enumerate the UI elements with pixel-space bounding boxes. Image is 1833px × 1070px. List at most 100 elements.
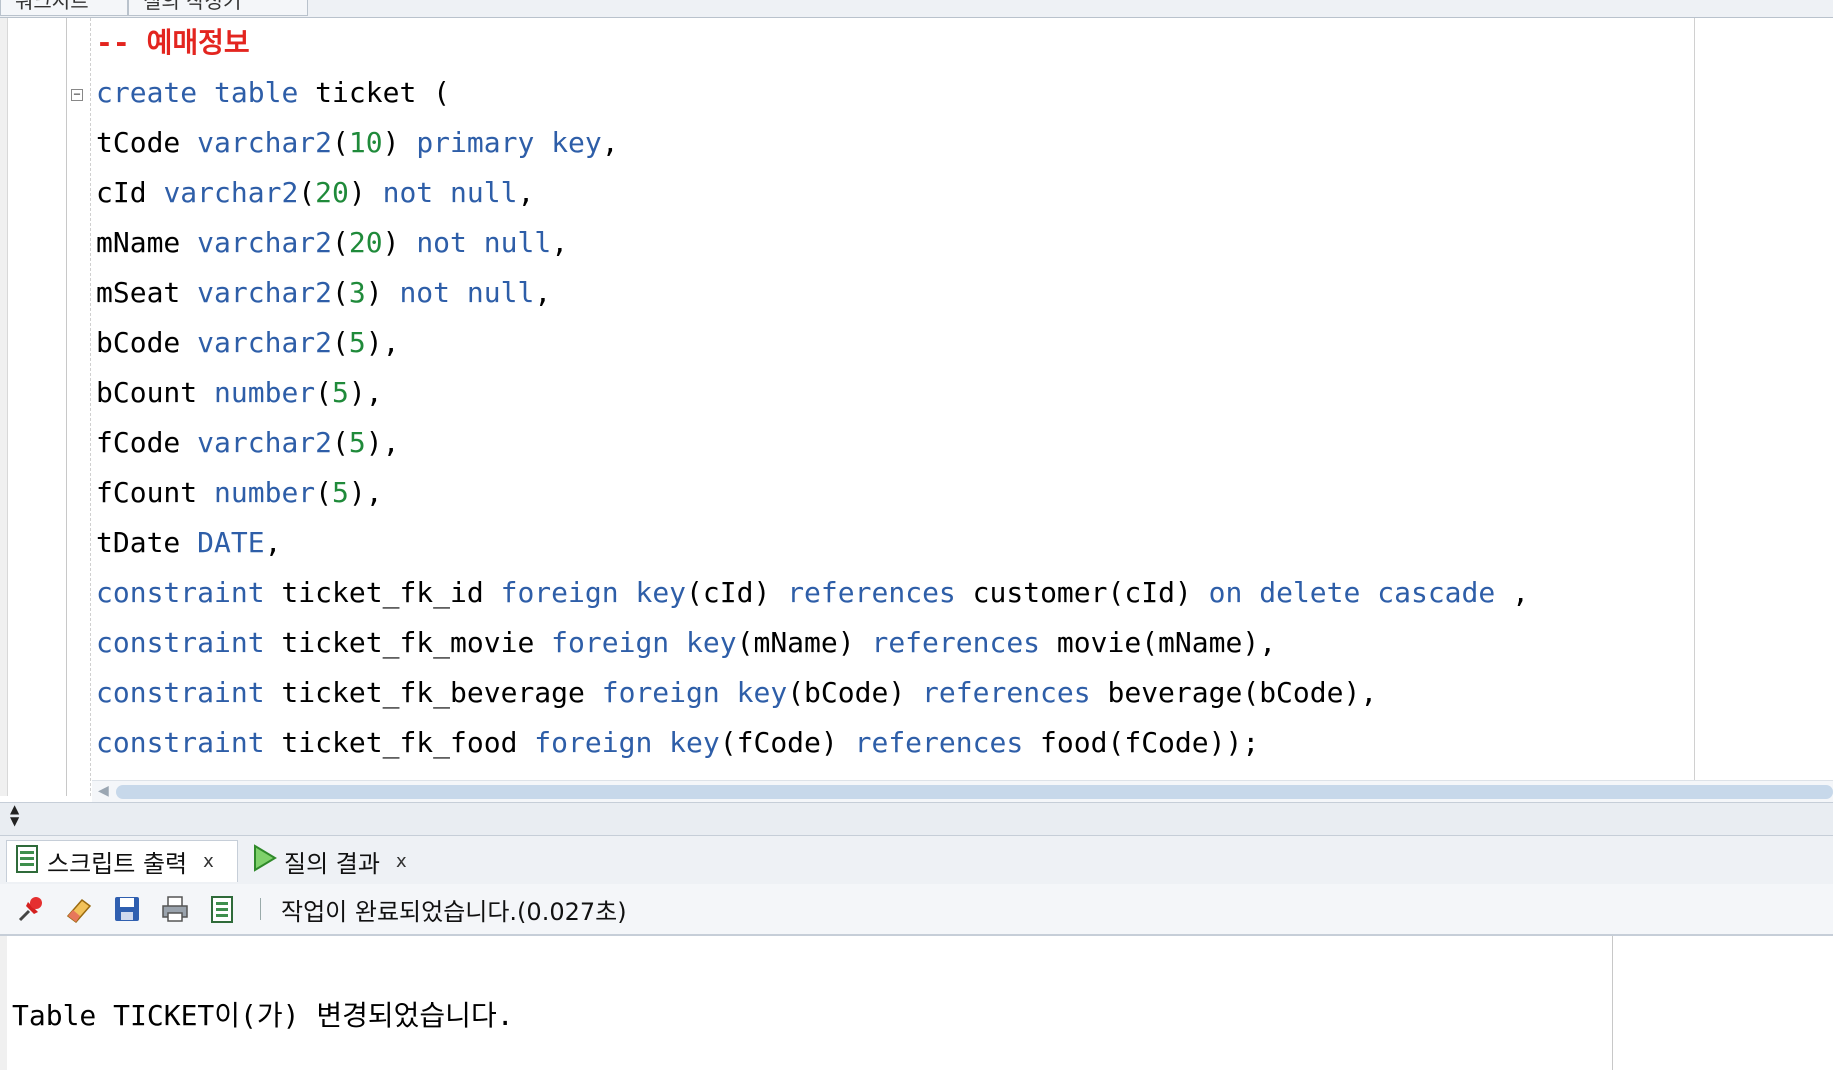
sql-text: ( bbox=[332, 326, 349, 359]
editor-right-margin bbox=[1694, 18, 1695, 796]
output-toolbar: 작업이 완료되었습니다.(0.027초) bbox=[0, 884, 1833, 936]
editor-horizontal-scrollbar[interactable]: ◀ bbox=[92, 780, 1833, 803]
pin-icon[interactable] bbox=[14, 892, 48, 926]
tab-query-builder[interactable]: 질의 작성기 bbox=[128, 0, 308, 16]
save-icon[interactable] bbox=[110, 892, 144, 926]
code-line: constraint ticket_fk_id foreign key(cId)… bbox=[96, 568, 1529, 618]
sql-keyword: references bbox=[787, 576, 956, 609]
collapse-block-icon[interactable]: − bbox=[71, 88, 83, 101]
code-line: constraint ticket_fk_food foreign key(fC… bbox=[96, 718, 1529, 768]
sql-text: ), bbox=[365, 426, 400, 459]
sql-keyword: key bbox=[736, 676, 788, 709]
sql-keyword: cascade bbox=[1377, 576, 1496, 609]
sql-keyword: not bbox=[399, 276, 451, 309]
output-panel-tabs: 스크립트 출력 x 질의 결과 x bbox=[0, 836, 1833, 885]
script-output-area[interactable]: Table TICKET이(가) 변경되었습니다. bbox=[0, 936, 1833, 1070]
sql-keyword: number bbox=[214, 476, 316, 509]
code-line: tCode varchar2(10) primary key, bbox=[96, 118, 1529, 168]
sql-text: (bCode) bbox=[787, 676, 923, 709]
sql-number: 5 bbox=[332, 376, 349, 409]
sql-text: ( bbox=[332, 426, 349, 459]
sql-keyword: key bbox=[635, 576, 687, 609]
sql-text: ), bbox=[365, 326, 400, 359]
sql-text: tDate bbox=[96, 526, 198, 559]
sql-text: , bbox=[517, 176, 535, 209]
sql-keyword: delete bbox=[1259, 576, 1361, 609]
sql-text: cId bbox=[96, 176, 164, 209]
splitter-arrows-icon[interactable]: ▲ ▼ bbox=[10, 803, 19, 827]
sql-keyword: DATE bbox=[197, 526, 265, 559]
sql-keyword: null bbox=[466, 276, 535, 309]
fold-guide bbox=[90, 18, 91, 796]
sql-number: 5 bbox=[348, 426, 366, 459]
tab-script-output-label: 스크립트 출력 bbox=[47, 850, 188, 878]
sql-text: ) bbox=[365, 276, 400, 309]
sql-text: ) bbox=[348, 176, 383, 209]
sql-text: fCode bbox=[96, 426, 198, 459]
sql-text: , bbox=[534, 276, 552, 309]
sql-text: ( bbox=[298, 176, 316, 209]
sql-keyword: constraint bbox=[96, 576, 265, 609]
sql-keyword: varchar2 bbox=[197, 226, 333, 259]
close-icon[interactable]: x bbox=[396, 851, 407, 872]
sql-keyword: create bbox=[96, 76, 198, 109]
sql-keyword: varchar2 bbox=[197, 126, 333, 159]
sql-number: 5 bbox=[348, 326, 366, 359]
code-line: cId varchar2(20) not null, bbox=[96, 168, 1529, 218]
sql-text: ) bbox=[382, 126, 417, 159]
code-line: constraint ticket_fk_beverage foreign ke… bbox=[96, 668, 1529, 718]
code-line: tDate DATE, bbox=[96, 518, 1529, 568]
sql-keyword: varchar2 bbox=[197, 326, 333, 359]
close-icon[interactable]: x bbox=[203, 851, 214, 872]
sql-keyword: foreign bbox=[601, 676, 720, 709]
sql-text: ticket_fk_id bbox=[264, 576, 501, 609]
sql-number: 20 bbox=[315, 176, 349, 209]
sql-keyword: constraint bbox=[96, 626, 265, 659]
sql-text: ) bbox=[382, 226, 417, 259]
sql-text: (cId) bbox=[686, 576, 788, 609]
sql-keyword: primary bbox=[416, 126, 535, 159]
sql-text: , bbox=[264, 526, 282, 559]
tab-script-output[interactable]: 스크립트 출력 x bbox=[6, 840, 238, 882]
worksheet-tab-strip: 워크시트 질의 작성기 bbox=[0, 0, 1833, 18]
sql-text: mSeat bbox=[96, 276, 198, 309]
code-line: fCount number(5), bbox=[96, 468, 1529, 518]
panel-splitter[interactable]: ▲ ▼ bbox=[0, 802, 1833, 836]
sql-keyword: not bbox=[416, 226, 467, 259]
code-line: mSeat varchar2(3) not null, bbox=[96, 268, 1529, 318]
code-line: fCode varchar2(5), bbox=[96, 418, 1529, 468]
sql-number: 5 bbox=[332, 476, 349, 509]
tab-worksheet[interactable]: 워크시트 bbox=[0, 0, 128, 16]
sql-text: , bbox=[551, 226, 569, 259]
editor-left-gutter bbox=[0, 18, 8, 796]
print-icon[interactable] bbox=[158, 892, 192, 926]
document-icon[interactable] bbox=[206, 892, 240, 926]
output-left-gutter bbox=[0, 936, 7, 1070]
sql-text: beverage(bCode), bbox=[1090, 676, 1378, 709]
code-area[interactable]: -- 예매정보 create table ticket (tCode varcha… bbox=[96, 18, 1529, 768]
sql-keyword: key bbox=[551, 126, 602, 159]
eraser-icon[interactable] bbox=[62, 892, 96, 926]
scrollbar-thumb[interactable] bbox=[116, 785, 1833, 799]
code-line: mName varchar2(20) not null, bbox=[96, 218, 1529, 268]
scroll-left-icon[interactable]: ◀ bbox=[98, 783, 109, 799]
sql-keyword: references bbox=[854, 726, 1024, 759]
sql-text: ), bbox=[348, 376, 383, 409]
sql-keyword: varchar2 bbox=[197, 276, 333, 309]
code-line: -- 예매정보 bbox=[96, 18, 1529, 68]
sql-editor[interactable]: − -- 예매정보 create table ticket (tCode varc… bbox=[0, 18, 1833, 796]
tab-query-result[interactable]: 질의 결과 x bbox=[244, 840, 434, 882]
sql-text: ticket_fk_food bbox=[264, 726, 535, 759]
toolbar-separator bbox=[260, 898, 261, 920]
sql-text: mName bbox=[96, 226, 198, 259]
sql-keyword: table bbox=[214, 76, 299, 109]
sql-text: movie(mName), bbox=[1040, 626, 1277, 659]
sql-text: tCode bbox=[96, 126, 198, 159]
sql-text: ( bbox=[332, 126, 349, 159]
sql-text: , bbox=[1495, 576, 1529, 609]
sql-keyword: key bbox=[669, 726, 720, 759]
